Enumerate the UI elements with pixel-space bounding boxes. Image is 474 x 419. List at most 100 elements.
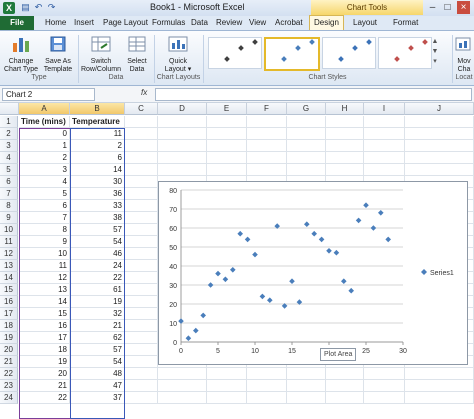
cell[interactable] <box>125 152 158 164</box>
cell[interactable] <box>364 392 405 404</box>
cell[interactable] <box>158 128 207 140</box>
column-header-j[interactable]: J <box>405 103 474 115</box>
table-cell[interactable]: 22 <box>19 392 70 404</box>
cell[interactable] <box>405 164 474 176</box>
quick-layout-button[interactable]: Quick Layout ▾ <box>160 35 196 74</box>
table-cell[interactable]: 8 <box>19 224 70 236</box>
fx-icon[interactable]: fx <box>141 88 147 97</box>
cell[interactable] <box>247 116 287 128</box>
cell[interactable] <box>405 116 474 128</box>
switch-row-column-button[interactable]: Switch Row/Column <box>80 35 122 74</box>
cell[interactable] <box>247 152 287 164</box>
table-cell[interactable]: 24 <box>70 260 125 272</box>
row-header[interactable]: 6 <box>0 176 18 188</box>
change-chart-type-button[interactable]: Change Chart Type <box>3 35 39 74</box>
table-cell[interactable]: 2 <box>70 140 125 152</box>
cell[interactable] <box>125 212 158 224</box>
cell[interactable] <box>364 116 405 128</box>
table-cell[interactable]: 21 <box>19 380 70 392</box>
row-header[interactable]: 8 <box>0 200 18 212</box>
table-header-cell[interactable]: Time (mins) <box>19 116 70 128</box>
cell[interactable] <box>125 128 158 140</box>
table-cell[interactable]: 18 <box>19 344 70 356</box>
select-data-button[interactable]: Select Data <box>124 35 150 74</box>
table-cell[interactable]: 19 <box>70 296 125 308</box>
cell[interactable] <box>125 380 158 392</box>
row-header[interactable]: 5 <box>0 164 18 176</box>
cell[interactable] <box>125 248 158 260</box>
undo-icon[interactable]: ↶ <box>33 2 44 13</box>
cell[interactable] <box>125 200 158 212</box>
scatter-chart[interactable]: 01020304050607080051015202530Series1 <box>158 181 468 365</box>
column-header-a[interactable]: A <box>19 103 70 115</box>
cell[interactable] <box>207 128 247 140</box>
cell[interactable] <box>247 140 287 152</box>
row-header[interactable]: 16 <box>0 296 18 308</box>
table-cell[interactable]: 10 <box>19 248 70 260</box>
cell[interactable] <box>247 128 287 140</box>
table-cell[interactable]: 61 <box>70 284 125 296</box>
tab-acrobat[interactable]: Acrobat <box>271 16 307 30</box>
tab-format[interactable]: Format <box>389 16 422 30</box>
table-cell[interactable]: 6 <box>19 200 70 212</box>
table-cell[interactable]: 62 <box>70 332 125 344</box>
cell[interactable] <box>364 140 405 152</box>
save-as-template-button[interactable]: Save As Template <box>41 35 75 74</box>
table-cell[interactable]: 48 <box>70 368 125 380</box>
row-header[interactable]: 22 <box>0 368 18 380</box>
cell[interactable] <box>287 128 326 140</box>
cell[interactable] <box>207 392 247 404</box>
cell[interactable] <box>158 116 207 128</box>
cell[interactable] <box>405 380 474 392</box>
cell[interactable] <box>125 140 158 152</box>
column-header-b[interactable]: B <box>70 103 125 115</box>
table-cell[interactable]: 38 <box>70 212 125 224</box>
table-cell[interactable]: 6 <box>70 152 125 164</box>
cell[interactable] <box>125 164 158 176</box>
row-header[interactable]: 1 <box>0 116 18 128</box>
cell[interactable] <box>125 320 158 332</box>
cell[interactable] <box>287 392 326 404</box>
minimize-icon[interactable]: – <box>426 1 439 14</box>
chart-style-1[interactable] <box>208 37 262 69</box>
row-header[interactable]: 11 <box>0 236 18 248</box>
row-header[interactable]: 17 <box>0 308 18 320</box>
cell[interactable] <box>326 128 364 140</box>
table-cell[interactable]: 16 <box>19 320 70 332</box>
cell[interactable] <box>125 176 158 188</box>
tab-data[interactable]: Data <box>187 16 212 30</box>
cell[interactable] <box>326 116 364 128</box>
table-cell[interactable]: 32 <box>70 308 125 320</box>
cell[interactable] <box>125 224 158 236</box>
chart-styles-more-button[interactable]: ▲ ▼ ▾ <box>431 37 439 67</box>
chart-style-3[interactable] <box>322 37 376 69</box>
cell[interactable] <box>125 392 158 404</box>
row-header[interactable]: 14 <box>0 272 18 284</box>
table-cell[interactable]: 9 <box>19 236 70 248</box>
tab-insert[interactable]: Insert <box>70 16 98 30</box>
cell[interactable] <box>405 152 474 164</box>
chart-style-2[interactable] <box>264 37 320 71</box>
cell[interactable] <box>326 392 364 404</box>
restore-icon[interactable]: □ <box>441 1 454 14</box>
table-cell[interactable]: 14 <box>19 296 70 308</box>
table-cell[interactable]: 47 <box>70 380 125 392</box>
column-header-i[interactable]: I <box>364 103 405 115</box>
cell[interactable] <box>207 380 247 392</box>
cell[interactable] <box>405 368 474 380</box>
close-icon[interactable]: × <box>457 1 470 14</box>
table-cell[interactable]: 57 <box>70 224 125 236</box>
tab-review[interactable]: Review <box>212 16 246 30</box>
tab-file[interactable]: File <box>0 16 34 30</box>
cell[interactable] <box>125 296 158 308</box>
cell[interactable] <box>326 152 364 164</box>
table-cell[interactable]: 11 <box>19 260 70 272</box>
cell[interactable] <box>125 356 158 368</box>
cell[interactable] <box>125 116 158 128</box>
table-cell[interactable]: 54 <box>70 236 125 248</box>
tab-design[interactable]: Design <box>309 15 344 30</box>
row-header[interactable]: 19 <box>0 332 18 344</box>
formula-input[interactable] <box>155 88 472 101</box>
save-icon[interactable]: ▤ <box>20 2 31 13</box>
cell[interactable] <box>207 152 247 164</box>
